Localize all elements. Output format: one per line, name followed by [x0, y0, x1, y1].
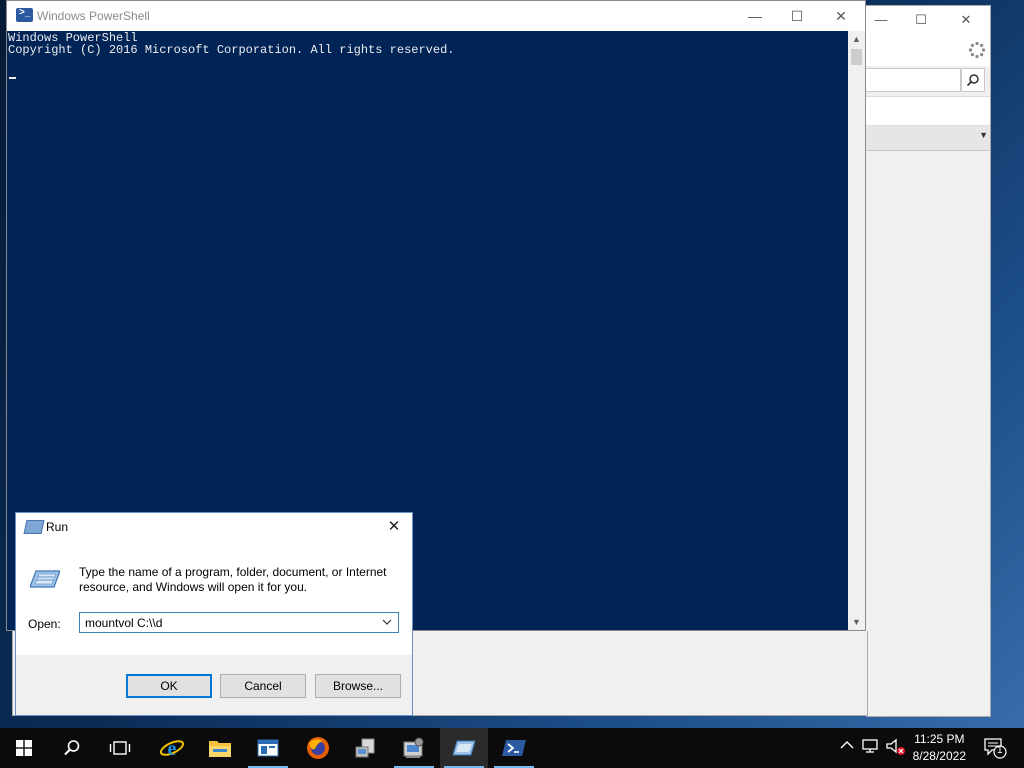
taskbar-run[interactable]	[440, 728, 488, 768]
network-app-icon	[355, 738, 375, 758]
run-dialog: Run ✕ Type the name of a program, folder…	[15, 512, 413, 716]
chevron-up-icon	[840, 741, 854, 749]
open-label-text: Open:	[28, 617, 61, 631]
firefox-icon	[307, 737, 329, 759]
taskbar-firefox[interactable]	[294, 728, 342, 768]
powershell-icon: >_	[16, 7, 33, 22]
server-manager-icon	[257, 739, 279, 757]
close-button[interactable]: ✕	[819, 5, 863, 27]
notification-icon	[984, 738, 1007, 759]
svg-text:e: e	[168, 738, 177, 760]
powershell-icon	[502, 740, 526, 756]
taskbar: e 11:25 PM 8/28/2022 1	[0, 728, 1024, 768]
open-combobox[interactable]	[79, 612, 399, 633]
run-body: Type the name of a program, folder, docu…	[16, 541, 412, 655]
open-label: Open:	[28, 617, 61, 631]
background-search-button[interactable]	[961, 68, 985, 92]
background-maximize-button[interactable]: ☐	[906, 10, 936, 30]
show-hidden-icons-button[interactable]	[840, 738, 854, 753]
scroll-thumb[interactable]	[851, 49, 862, 65]
background-breadcrumb-bar	[866, 96, 990, 126]
volume-muted-icon	[886, 738, 905, 755]
run-message: Type the name of a program, folder, docu…	[79, 565, 387, 594]
loading-icon	[968, 41, 986, 59]
action-center-button[interactable]: 1	[984, 737, 1008, 762]
file-explorer-icon	[209, 741, 231, 757]
background-search-input[interactable]	[866, 68, 961, 92]
task-view-button[interactable]	[96, 728, 144, 768]
taskbar-file-explorer[interactable]	[196, 728, 244, 768]
taskbar-network-app[interactable]	[342, 728, 390, 768]
console-cursor	[9, 77, 16, 79]
start-icon	[16, 740, 32, 756]
command-input[interactable]	[80, 613, 376, 632]
chevron-down-icon[interactable]	[379, 613, 395, 632]
run-title: Run	[46, 520, 69, 534]
maximize-button[interactable]: ☐	[775, 5, 819, 27]
background-column-header: ▼	[866, 126, 990, 151]
volume-tray-button[interactable]	[886, 738, 906, 759]
chevron-down-icon[interactable]: ▼	[979, 130, 988, 140]
run-icon	[23, 520, 45, 534]
notification-count: 1	[997, 745, 1003, 756]
taskbar-computer-management[interactable]	[390, 728, 438, 768]
search-icon	[64, 740, 80, 756]
vertical-scrollbar[interactable]: ▲ ▼	[848, 31, 865, 630]
cancel-button[interactable]: Cancel	[220, 674, 306, 698]
minimize-button[interactable]: —	[733, 5, 777, 27]
search-icon	[966, 74, 979, 87]
taskbar-powershell[interactable]	[490, 728, 538, 768]
start-button[interactable]	[0, 728, 48, 768]
console-line: Copyright (C) 2016 Microsoft Corporation…	[8, 43, 455, 57]
background-toolbar	[866, 34, 990, 66]
taskbar-server-manager[interactable]	[244, 728, 292, 768]
computer-management-icon	[403, 737, 424, 758]
run-close-button[interactable]: ✕	[382, 517, 406, 537]
run-icon	[452, 740, 476, 756]
run-titlebar[interactable]: Run ✕	[16, 513, 412, 541]
taskbar-clock[interactable]: 11:25 PM 8/28/2022	[913, 731, 966, 765]
run-program-icon	[30, 570, 60, 588]
network-tray-button[interactable]	[862, 738, 880, 757]
background-close-button[interactable]: ✕	[951, 10, 981, 30]
clock-time: 11:25 PM	[914, 732, 965, 746]
network-icon	[862, 739, 878, 753]
powershell-title: Windows PowerShell	[37, 9, 150, 23]
ok-button[interactable]: OK	[126, 674, 212, 698]
background-content	[866, 151, 990, 716]
scroll-up-arrow[interactable]: ▲	[848, 31, 865, 47]
browse-button[interactable]: Browse...	[315, 674, 401, 698]
internet-explorer-icon: e	[159, 738, 185, 760]
taskbar-internet-explorer[interactable]: e	[148, 728, 196, 768]
background-minimize-button[interactable]: —	[866, 10, 896, 30]
search-button[interactable]	[48, 728, 96, 768]
clock-date: 8/28/2022	[912, 749, 966, 763]
scroll-down-arrow[interactable]: ▼	[848, 614, 865, 630]
background-window-titlebar: — ☐ ✕	[866, 6, 990, 34]
background-window: — ☐ ✕ ▼	[866, 5, 991, 717]
task-view-icon	[109, 741, 131, 755]
powershell-titlebar[interactable]: >_ Windows PowerShell — ☐ ✕	[7, 1, 865, 31]
